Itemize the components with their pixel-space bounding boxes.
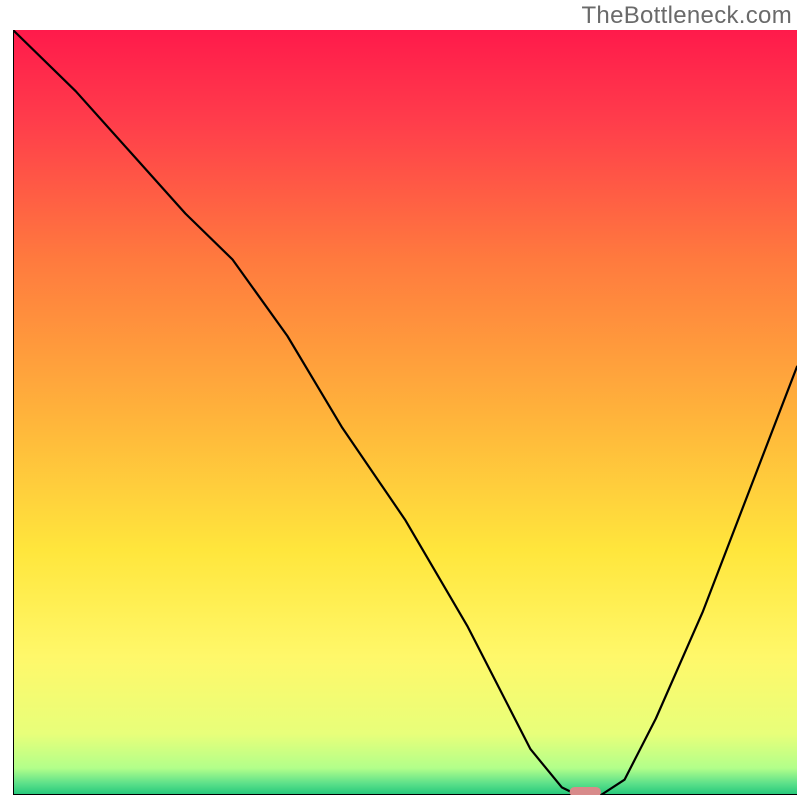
chart-container: TheBottleneck.com [0, 0, 800, 800]
chart-background [13, 30, 797, 795]
watermark-text: TheBottleneck.com [581, 2, 792, 30]
plot-area [13, 30, 797, 795]
optimal-point-marker [570, 787, 601, 795]
chart-svg [13, 30, 797, 795]
